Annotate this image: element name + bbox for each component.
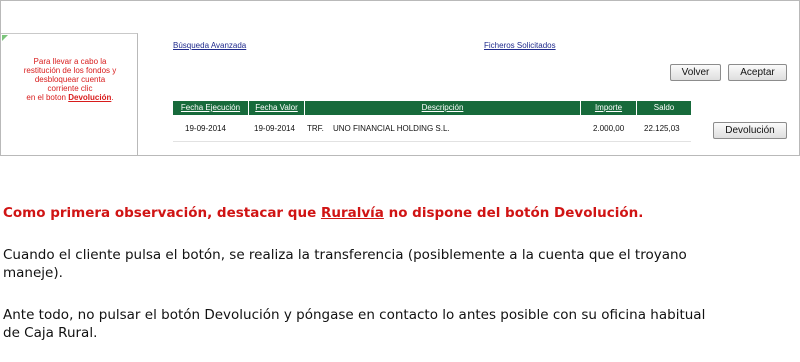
panel-top-border [1, 0, 799, 1]
ruralvia-underlined-text: Ruralvía [320, 205, 384, 221]
busqueda-avanzada-link[interactable]: Búsqueda Avanzada [173, 41, 246, 50]
notice-line: corriente clic [47, 84, 93, 93]
header-saldo: Saldo [637, 101, 691, 115]
notice-devolucion-link[interactable]: Devolución [68, 93, 111, 102]
cell-descripcion: UNO FINANCIAL HOLDING S.L. [333, 124, 450, 133]
cell-fecha-valor: 19-09-2014 [254, 124, 295, 133]
header-fecha-ejecucion[interactable]: Fecha Ejecución [173, 101, 249, 115]
paragraph-line: Ante todo, no pulsar el botón Devolución… [3, 307, 706, 323]
observation-prefix: Como primera observación, destacar que [3, 205, 321, 221]
advice-paragraph: Ante todo, no pulsar el botón Devolución… [3, 306, 793, 342]
notice-line: restitución de los fondos y [23, 66, 117, 75]
observation-paragraph: Como primera observación, destacar que R… [3, 204, 793, 222]
corner-marker-icon [2, 35, 8, 41]
fraud-notice-text: Para llevar a cabo la restitución de los… [5, 57, 135, 102]
cell-saldo: 22.125,03 [644, 124, 680, 133]
observation-suffix: no dispone del botón Devolución. [383, 205, 644, 221]
header-importe[interactable]: Importe [581, 101, 637, 115]
cell-fecha-ejecucion: 19-09-2014 [185, 124, 226, 133]
row-divider [173, 141, 691, 142]
transfer-explanation-paragraph: Cuando el cliente pulsa el botón, se rea… [3, 246, 793, 282]
notice-line-suffix: . [111, 93, 114, 102]
cell-importe: 2.000,00 [593, 124, 625, 133]
cell-descripcion-tipo: TRF. [307, 124, 324, 133]
header-fecha-valor[interactable]: Fecha Valor [249, 101, 305, 115]
fraud-notice-box: Para llevar a cabo la restitución de los… [1, 33, 138, 156]
paragraph-line: maneje). [3, 265, 63, 281]
notice-line-prefix: en el boton [26, 93, 69, 102]
movements-table-header: Fecha Ejecución Fecha Valor Descripción … [173, 101, 691, 115]
banking-screenshot-panel: Para llevar a cabo la restitución de los… [0, 0, 800, 156]
paragraph-line: Cuando el cliente pulsa el botón, se rea… [3, 247, 687, 263]
paragraph-line: de Caja Rural. [3, 325, 98, 341]
notice-line: en el boton Devolución. [5, 93, 135, 102]
header-descripcion[interactable]: Descripción [305, 101, 581, 115]
ficheros-solicitados-link[interactable]: Ficheros Solicitados [484, 41, 556, 50]
aceptar-button[interactable]: Aceptar [728, 64, 787, 81]
volver-button[interactable]: Volver [670, 64, 721, 81]
notice-line: Para llevar a cabo la [33, 57, 107, 66]
notice-line: desbloquear cuenta [34, 75, 106, 84]
devolucion-button[interactable]: Devolución [713, 122, 787, 139]
